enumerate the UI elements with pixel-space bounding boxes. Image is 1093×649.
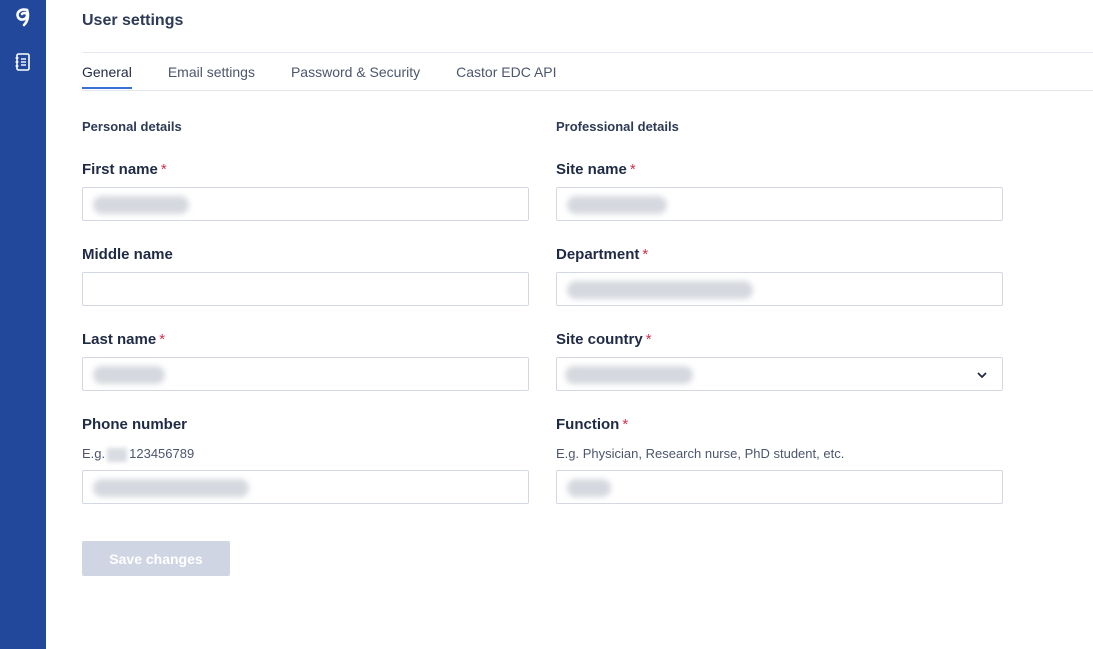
redacted-value xyxy=(93,196,189,214)
function-hint: E.g. Physician, Research nurse, PhD stud… xyxy=(556,446,845,461)
redacted-value xyxy=(93,479,249,497)
site-name-input[interactable] xyxy=(556,187,1003,221)
middle-name-input[interactable] xyxy=(82,272,529,306)
first-name-label-text: First name xyxy=(82,161,158,178)
site-name-label-text: Site name xyxy=(556,161,627,178)
site-country-label-text: Site country xyxy=(556,331,643,348)
site-name-label: Site name * xyxy=(556,161,636,178)
required-marker: * xyxy=(160,161,167,178)
last-name-input[interactable] xyxy=(82,357,529,391)
middle-name-label: Middle name xyxy=(82,246,173,263)
castor-logo-icon[interactable] xyxy=(0,2,46,32)
phone-number-input[interactable] xyxy=(82,470,529,504)
title-divider xyxy=(82,52,1093,53)
required-marker: * xyxy=(622,416,629,433)
department-label-text: Department xyxy=(556,246,640,263)
first-name-label: First name * xyxy=(82,161,167,178)
redacted-value xyxy=(567,479,611,497)
save-changes-button[interactable]: Save changes xyxy=(82,541,230,576)
tab-email-settings[interactable]: Email settings xyxy=(168,64,255,89)
tab-password-security[interactable]: Password & Security xyxy=(291,64,420,89)
chevron-down-icon[interactable] xyxy=(976,368,988,386)
phone-number-label-text: Phone number xyxy=(82,416,188,433)
phone-hint-prefix: E.g. xyxy=(82,446,106,461)
redacted-value xyxy=(565,366,693,384)
tabs-divider xyxy=(82,90,1093,91)
last-name-label: Last name * xyxy=(82,331,165,348)
function-label: Function * xyxy=(556,416,628,433)
phone-number-hint: E.g. 123456789 xyxy=(82,446,194,462)
function-input[interactable] xyxy=(556,470,1003,504)
department-input[interactable] xyxy=(556,272,1003,306)
first-name-input[interactable] xyxy=(82,187,529,221)
function-label-text: Function xyxy=(556,416,620,433)
phone-hint-suffix: 123456789 xyxy=(129,446,195,461)
required-marker: * xyxy=(159,331,166,348)
tab-general[interactable]: General xyxy=(82,64,132,89)
department-label: Department * xyxy=(556,246,648,263)
page-title: User settings xyxy=(82,12,184,29)
phone-number-label: Phone number xyxy=(82,416,187,433)
redacted-value xyxy=(567,196,667,214)
required-marker: * xyxy=(629,161,636,178)
sidebar xyxy=(0,0,46,649)
site-country-label: Site country * xyxy=(556,331,652,348)
redacted-country-code xyxy=(107,447,128,462)
settings-tabs: General Email settings Password & Securi… xyxy=(82,64,593,89)
redacted-value xyxy=(93,366,165,384)
required-marker: * xyxy=(642,246,649,263)
main-content: User settings General Email settings Pas… xyxy=(46,0,1093,649)
redacted-value xyxy=(567,281,753,299)
tab-castor-edc-api[interactable]: Castor EDC API xyxy=(456,64,556,89)
personal-details-heading: Personal details xyxy=(82,119,182,134)
site-country-select[interactable] xyxy=(556,357,1003,391)
required-marker: * xyxy=(645,331,652,348)
last-name-label-text: Last name xyxy=(82,331,157,348)
middle-name-label-text: Middle name xyxy=(82,246,173,263)
address-book-icon[interactable] xyxy=(0,52,46,74)
professional-details-heading: Professional details xyxy=(556,119,679,134)
